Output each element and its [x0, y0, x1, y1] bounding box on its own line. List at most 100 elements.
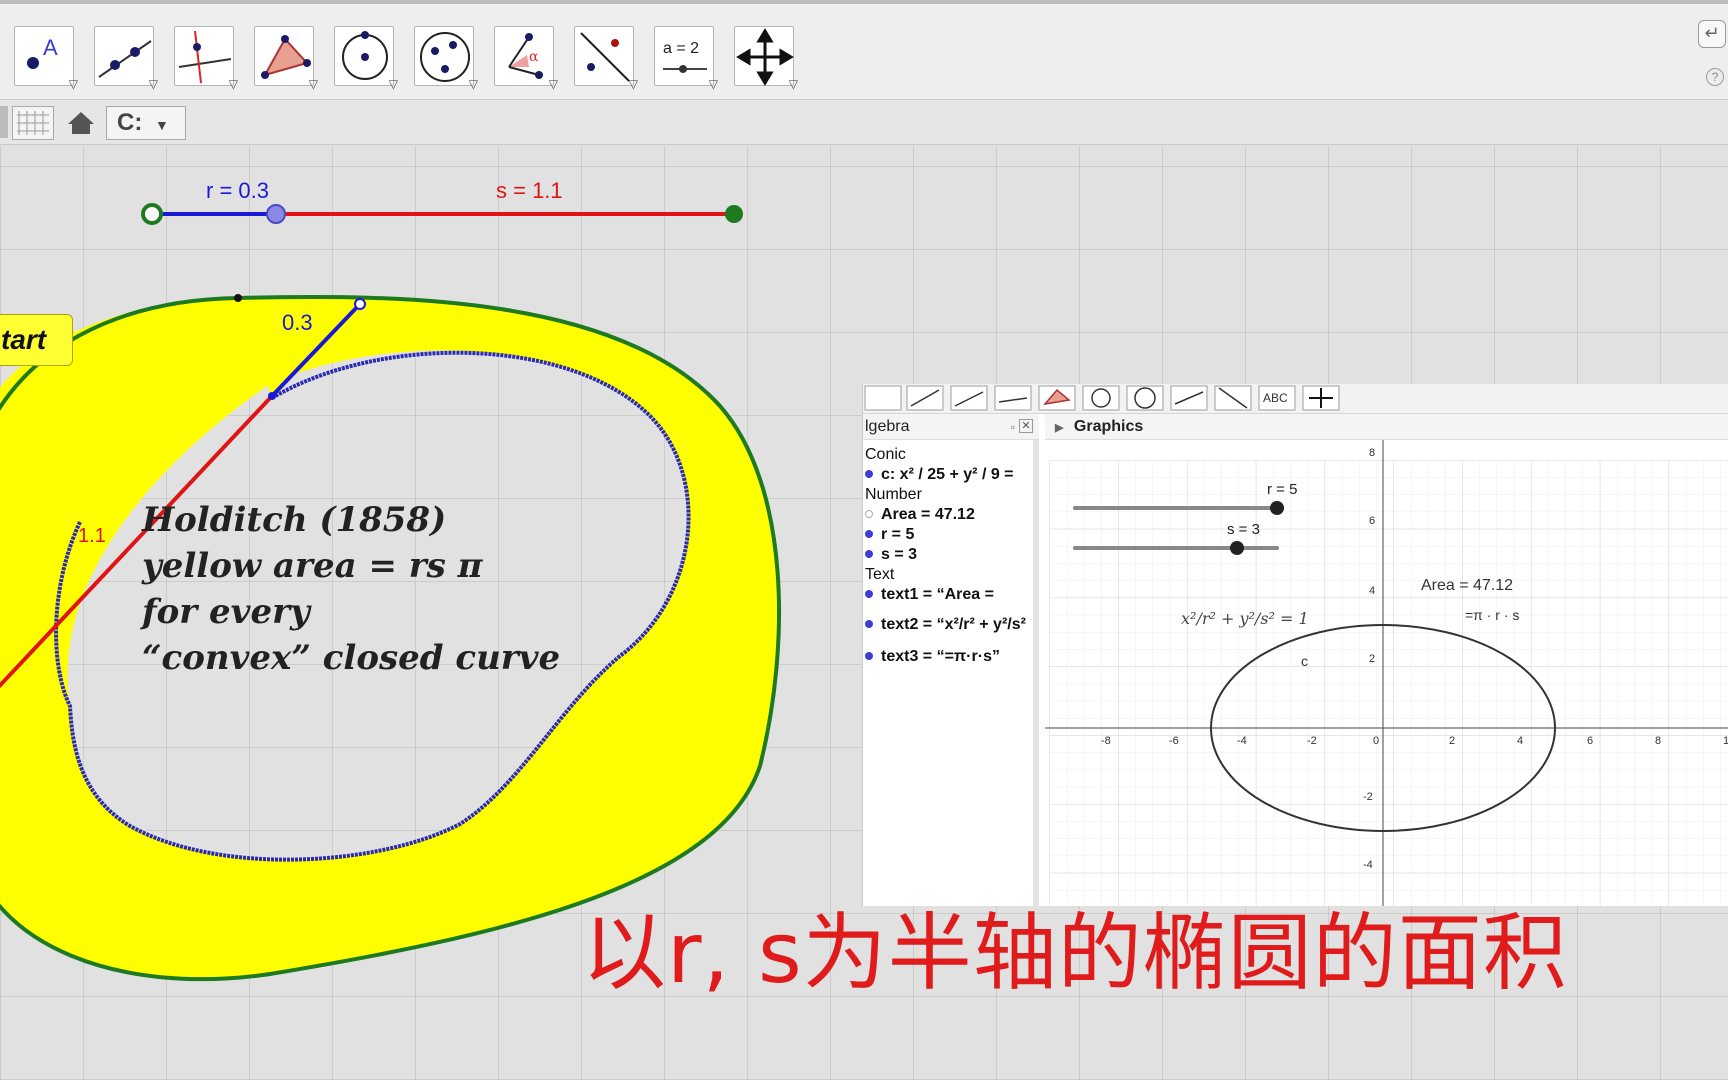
list-item[interactable]: r = 5	[865, 526, 914, 544]
point-b[interactable]	[354, 298, 366, 310]
help-icon[interactable]: ?	[1706, 68, 1724, 86]
slider-start-point[interactable]	[141, 203, 163, 225]
conic-label: c	[1301, 653, 1308, 669]
svg-text:6: 6	[1369, 515, 1375, 527]
graphics-header[interactable]: ▶ Graphics	[1045, 414, 1728, 440]
home-button[interactable]	[64, 108, 98, 138]
visibility-toggle-icon[interactable]	[865, 470, 873, 478]
svg-text:A: A	[43, 35, 58, 60]
group-label: Text	[865, 566, 895, 583]
circle-tool-button[interactable]: ▽	[334, 26, 398, 91]
line-tool-icon	[98, 40, 152, 78]
circle-tool-icon	[342, 31, 388, 80]
text-tool-label: ABC	[1263, 391, 1288, 405]
point-c[interactable]	[268, 392, 276, 400]
inner-graphics-canvas: -8 -6 -4 -2 0 2 4 6 8 1 8 6 4 2 -2 -4 c …	[1045, 440, 1728, 926]
inner-slider-s-label: s = 3	[1227, 521, 1260, 538]
list-item[interactable]: c: x² / 25 + y² / 9 =	[865, 466, 1014, 484]
area-text: Area = 47.12	[1421, 577, 1513, 594]
slider-s-handle[interactable]	[725, 205, 743, 223]
point-style-dropdown[interactable]: C: ▼	[106, 106, 186, 140]
list-item[interactable]: Area = 47.12	[865, 506, 975, 524]
main-toolbar: A ▽ ▽ ▽ ▽ ▽ ▽ α ▽ ▽ a = 2 ▽ ▽ ↵ ?	[0, 0, 1728, 100]
slider-r-handle[interactable]	[266, 204, 286, 224]
visibility-toggle-icon[interactable]	[865, 550, 873, 558]
list-item[interactable]: text1 = “Area =	[865, 586, 994, 604]
start-button[interactable]: tart	[0, 314, 73, 366]
point-a[interactable]	[234, 294, 242, 302]
inner-slider-r-handle[interactable]	[1270, 501, 1284, 515]
svg-text:-8: -8	[1101, 735, 1111, 747]
move-graphics-tool-button[interactable]: ▽	[734, 26, 798, 91]
svg-text:2: 2	[1449, 735, 1455, 747]
svg-text:4: 4	[1517, 735, 1523, 747]
inner-graphics-view[interactable]: -8 -6 -4 -2 0 2 4 6 8 1 8 6 4 2 -2 -4 c …	[1045, 440, 1728, 926]
visibility-toggle-icon[interactable]	[865, 510, 873, 518]
expand-triangle-icon[interactable]: ▶	[1055, 422, 1063, 434]
algebra-view[interactable]: Conic c: x² / 25 + y² / 9 = Number Area …	[863, 440, 1039, 906]
slider-tool-button[interactable]: a = 2 ▽	[654, 26, 718, 91]
point-tool-icon: A	[27, 35, 58, 69]
svg-text:-2: -2	[1363, 791, 1373, 803]
note-line-2: yellow area = rs π	[142, 546, 483, 586]
conic-tool-icon	[420, 32, 470, 82]
inner-slider-s-handle[interactable]	[1230, 541, 1244, 555]
conic-tool-button[interactable]: ▽	[414, 26, 478, 91]
graphics-title: Graphics	[1073, 418, 1144, 435]
visibility-toggle-icon[interactable]	[865, 530, 873, 538]
angle-tool-icon: α	[508, 33, 543, 79]
svg-text:4: 4	[1369, 585, 1375, 597]
formula-text: =π · r · s	[1465, 607, 1519, 623]
svg-text:-2: -2	[1307, 735, 1317, 747]
point-style-label: C:	[117, 109, 143, 136]
algebra-title: lgebra	[865, 418, 910, 435]
svg-text:α: α	[529, 49, 539, 65]
close-icon[interactable]: ✕	[1019, 419, 1033, 433]
note-line-3: for every	[142, 592, 310, 632]
inner-toolbar-icons: ABC	[864, 385, 1340, 411]
polygon-tool-icon	[261, 35, 311, 79]
equation-text: x²/r² + y²/s² = 1	[1181, 609, 1309, 628]
point-tool-button[interactable]: A ▽	[14, 26, 78, 91]
undo-icon[interactable]: ↵	[1698, 20, 1726, 48]
list-item[interactable]: s = 3	[865, 546, 917, 564]
seg-s-label: 1.1	[78, 525, 106, 547]
seg-r-label: 0.3	[282, 310, 313, 335]
chevron-down-icon: ▼	[155, 117, 169, 133]
move-graphics-tool-icon	[736, 28, 794, 86]
geogebra-window: A ▽ ▽ ▽ ▽ ▽ ▽ α ▽ ▽ a = 2 ▽ ▽ ↵ ? C: ▼ 0…	[0, 0, 1728, 1080]
reflect-tool-icon	[580, 32, 630, 82]
angle-tool-button[interactable]: α ▽	[494, 26, 558, 91]
perpendicular-tool-button[interactable]: ▽	[174, 26, 238, 91]
grid-toggle-button[interactable]	[12, 106, 54, 140]
visibility-toggle-icon[interactable]	[865, 652, 873, 660]
svg-text:8: 8	[1655, 735, 1661, 747]
note-line-1: Holditch (1858)	[142, 500, 447, 540]
svg-text:2: 2	[1369, 653, 1375, 665]
svg-text:-4: -4	[1237, 735, 1247, 747]
toggle-panel-button[interactable]	[0, 106, 8, 138]
line-tool-button[interactable]: ▽	[94, 26, 158, 91]
list-item[interactable]: text2 = “x²/r² + y²/s²	[865, 616, 1026, 634]
grid-icon	[17, 111, 49, 135]
slider-r-label: r = 0.3	[206, 178, 269, 203]
inner-geogebra-window: ABC lgebra ▫ ✕ ▶ Graphics Conic c: x² / …	[862, 384, 1728, 926]
inner-toolbar: ABC	[863, 384, 1728, 414]
perpendicular-tool-icon	[178, 30, 232, 84]
svg-text:a = 2: a = 2	[663, 40, 699, 57]
list-item[interactable]: text3 = “=π·r·s”	[865, 648, 1000, 666]
style-bar: C: ▼	[0, 100, 1728, 145]
home-icon	[68, 112, 94, 134]
slider-s-label: s = 1.1	[496, 178, 563, 203]
inner-slider-r-label: r = 5	[1267, 481, 1297, 498]
visibility-toggle-icon[interactable]	[865, 620, 873, 628]
polygon-tool-button[interactable]: ▽	[254, 26, 318, 91]
slider-tool-icon: a = 2	[663, 40, 707, 73]
svg-text:6: 6	[1587, 735, 1593, 747]
undock-icon[interactable]: ▫	[1011, 414, 1015, 440]
svg-text:-4: -4	[1363, 859, 1373, 871]
visibility-toggle-icon[interactable]	[865, 590, 873, 598]
group-label: Conic	[865, 446, 906, 463]
reflect-tool-button[interactable]: ▽	[574, 26, 638, 91]
algebra-header[interactable]: lgebra ▫ ✕	[863, 414, 1039, 440]
